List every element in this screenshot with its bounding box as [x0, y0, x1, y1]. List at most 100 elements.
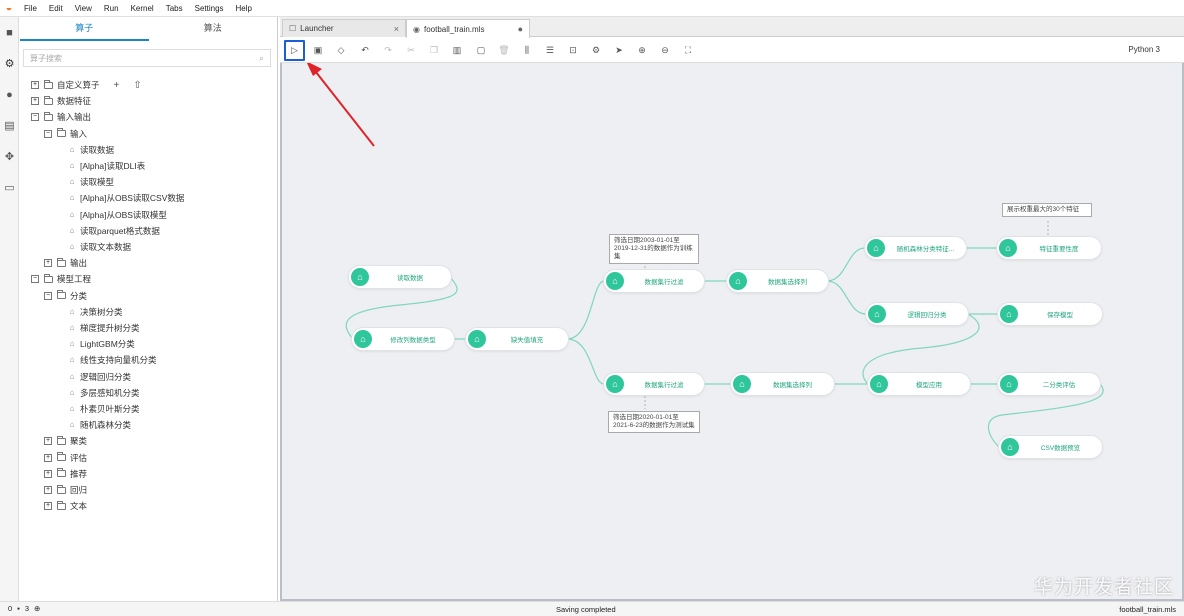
stop-icon[interactable]: ● — [0, 79, 19, 110]
tree-item[interactable]: ⌂ 读取文本数据 — [68, 239, 131, 255]
menu-kernel[interactable]: Kernel — [125, 0, 160, 17]
tab-launcher[interactable]: ☐ Launcher × — [282, 19, 406, 37]
expand-icon[interactable]: + — [44, 259, 52, 268]
operator-icon[interactable]: ⚙ — [0, 48, 19, 79]
node-filter2[interactable]: ⌂ 数据集行过滤 — [604, 373, 704, 395]
menu-file[interactable]: File — [18, 0, 43, 17]
node-filter1[interactable]: ⌂ 数据集行过滤 — [604, 270, 704, 292]
collapse-icon[interactable]: − — [44, 291, 52, 300]
tree-folder[interactable]: − 模型工程 — [31, 271, 91, 287]
tree-item[interactable]: ⌂ 朴素贝叶斯分类 — [68, 401, 140, 417]
node-csv[interactable]: ⌂ CSV数据预览 — [999, 436, 1102, 458]
node-cast[interactable]: ⌂ 修改列数据类型 — [352, 328, 454, 350]
workflow-canvas[interactable]: ⌂ 读取数据 ⌂ 修改列数据类型 ⌂ 缺失值填充 ⌂ 数据集行过滤 ⌂ 数据集行… — [280, 63, 1184, 601]
note-train[interactable]: 筛选日期2003-01-01至2019-12-31的数据作为训练集 — [609, 234, 699, 264]
run-button[interactable]: ▷ — [284, 40, 305, 61]
tree-item[interactable]: ⌂ 决策树分类 — [68, 304, 123, 320]
tree-item[interactable]: ⌂ 线性支持向量机分类 — [68, 352, 157, 368]
zoom-in-button[interactable]: ⊕ — [633, 42, 651, 58]
expand-icon[interactable]: + — [31, 97, 39, 106]
tree-folder[interactable]: − 输入 — [44, 126, 87, 142]
expand-icon[interactable]: + — [44, 469, 52, 478]
fit-view-button[interactable]: ⛶ — [679, 42, 697, 58]
node-featimp[interactable]: ⌂ 特征重要性度 — [997, 237, 1101, 259]
node-rfimp[interactable]: ⌂ 随机森林分类特征... — [865, 237, 966, 259]
tree-folder[interactable]: + 评估 — [44, 450, 87, 466]
save-button[interactable]: ▣ — [309, 42, 327, 58]
commands-icon[interactable]: ▤ — [0, 110, 19, 141]
export-button[interactable]: ⊡ — [564, 42, 582, 58]
tab-operators[interactable]: 算子 — [20, 17, 149, 41]
tab-algorithms[interactable]: 算法 — [149, 17, 278, 41]
node-binary[interactable]: ⌂ 二分类评估 — [998, 373, 1100, 395]
node-predict[interactable]: ⌂ 模型应用 — [868, 373, 970, 395]
zoom-out-button[interactable]: ⊖ — [656, 42, 674, 58]
expand-icon[interactable]: + — [44, 486, 52, 494]
tabs-icon[interactable]: ▭ — [0, 172, 19, 203]
menu-tabs[interactable]: Tabs — [160, 0, 189, 17]
expand-icon[interactable]: + — [44, 453, 52, 462]
cut-button[interactable]: ✂ — [402, 42, 420, 58]
expand-icon[interactable]: + — [44, 437, 52, 446]
settings-button[interactable]: ⚙ — [587, 42, 605, 58]
note-test[interactable]: 筛选日期2020-01-01至2021-6-23的数据作为测试集 — [608, 411, 700, 433]
note-top30[interactable]: 展示权重最大的30个特征 — [1002, 203, 1092, 217]
node-select2[interactable]: ⌂ 数据集选择列 — [731, 373, 834, 395]
tree-item[interactable]: ⌂ [Alpha]从OBS读取CSV数据 — [68, 190, 185, 206]
redo-button[interactable]: ↷ — [379, 42, 397, 58]
tree-folder[interactable]: − 分类 — [44, 288, 87, 304]
tree-item[interactable]: ⌂ [Alpha]从OBS读取模型 — [68, 207, 167, 223]
tree-item[interactable]: ⌂ 多层感知机分类 — [68, 385, 140, 401]
operator-search-input[interactable] — [30, 53, 230, 63]
node-read[interactable]: ⌂ 读取数据 — [349, 266, 451, 288]
expand-icon[interactable]: + — [31, 81, 39, 89]
search-icon[interactable]: ⌕ — [259, 53, 264, 64]
tree-folder[interactable]: + 推荐 — [44, 466, 87, 482]
tree-item[interactable]: ⌂ 读取数据 — [68, 142, 114, 158]
collapse-icon[interactable]: − — [31, 113, 39, 122]
kernel-name[interactable]: Python 3 — [1128, 45, 1160, 54]
tree-item[interactable]: ⌂ 逻辑回归分类 — [68, 369, 131, 385]
tree-folder[interactable]: + 聚类 — [44, 433, 87, 449]
tree-item[interactable]: ⌂ 随机森林分类 — [68, 417, 131, 433]
node-fill[interactable]: ⌂ 缺失值填充 — [466, 328, 568, 350]
upload-icon[interactable]: ⇧ — [133, 80, 141, 91]
terminal-icon[interactable]: ▪ — [17, 604, 20, 613]
comment-button[interactable]: ▢ — [472, 42, 490, 58]
tree-folder[interactable]: + 数据特征 — [31, 93, 91, 109]
align-horizontal-button[interactable]: ☰ — [541, 42, 559, 58]
menu-edit[interactable]: Edit — [43, 0, 69, 17]
extension-icon[interactable]: ✥ — [0, 141, 19, 172]
menu-view[interactable]: View — [69, 0, 98, 17]
tree-folder[interactable]: + 回归 — [44, 482, 87, 498]
tree-folder[interactable]: + 输出 — [44, 255, 87, 271]
tree-item[interactable]: ⌂ 梯度提升树分类 — [68, 320, 140, 336]
kernel-status-icon[interactable]: ⊕ — [34, 604, 40, 613]
tree-folder[interactable]: − 输入输出 — [31, 109, 91, 125]
menu-settings[interactable]: Settings — [189, 0, 230, 17]
tree-item[interactable]: ⌂ LightGBM分类 — [68, 336, 135, 352]
delete-button[interactable]: 🗑 — [495, 42, 513, 58]
tree-item[interactable]: ⌂ 读取parquet格式数据 — [68, 223, 160, 239]
folder-icon[interactable]: ■ — [0, 17, 19, 48]
eraser-button[interactable]: ◇ — [332, 42, 350, 58]
send-button[interactable]: ➤ — [610, 42, 628, 58]
copy-button[interactable]: ❐ — [425, 42, 443, 58]
undo-button[interactable]: ↶ — [356, 42, 374, 58]
close-icon[interactable]: × — [394, 24, 399, 34]
unsaved-dot-icon[interactable]: ● — [518, 24, 523, 34]
tree-item[interactable]: ⌂ [Alpha]读取DLI表 — [68, 158, 146, 174]
align-vertical-button[interactable]: ⫼ — [518, 42, 536, 58]
node-lr[interactable]: ⌂ 逻辑回归分类 — [866, 303, 968, 325]
tab-football-train[interactable]: ◉ football_train.mls ● — [406, 19, 530, 38]
tree-folder[interactable]: + 自定义算子 + ⇧ — [31, 77, 142, 93]
menu-help[interactable]: Help — [230, 0, 258, 17]
paste-button[interactable]: ▥ — [448, 42, 466, 58]
add-operator-icon[interactable]: + — [114, 80, 120, 91]
tree-folder[interactable]: + 文本 — [44, 498, 87, 514]
expand-icon[interactable]: + — [44, 502, 52, 511]
node-save[interactable]: ⌂ 保存模型 — [998, 303, 1102, 325]
collapse-icon[interactable]: − — [31, 275, 39, 284]
collapse-icon[interactable]: − — [44, 129, 52, 138]
menu-run[interactable]: Run — [98, 0, 125, 17]
